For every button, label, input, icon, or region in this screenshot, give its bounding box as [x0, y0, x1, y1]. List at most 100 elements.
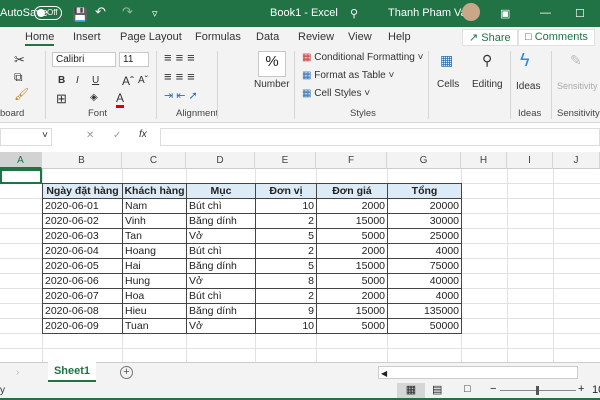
- cell-total[interactable]: 4000: [387, 288, 462, 304]
- cell-unit-price[interactable]: 5000: [316, 228, 388, 244]
- cell-customer[interactable]: Hoang: [122, 243, 187, 259]
- ideas-button[interactable]: Ideas: [516, 81, 540, 92]
- cell-item[interactable]: Vở: [186, 273, 256, 289]
- align-horizontal-icons[interactable]: ≡≡≡: [164, 69, 199, 84]
- cut-icon[interactable]: ✂: [14, 52, 25, 68]
- font-color-icon[interactable]: A: [116, 91, 125, 108]
- cell-date[interactable]: 2020-06-07: [42, 288, 123, 304]
- cell-unit-price[interactable]: 5000: [316, 273, 388, 289]
- cell-total[interactable]: 20000: [387, 198, 462, 214]
- cell-styles-button[interactable]: ▦ Cell Styles ˅: [302, 88, 370, 99]
- cell-date[interactable]: 2020-06-02: [42, 213, 123, 229]
- conditional-formatting-button[interactable]: ▦ Conditional Formatting ˅: [302, 52, 423, 63]
- zoom-out-icon[interactable]: −: [490, 383, 496, 395]
- cell-item[interactable]: Băng dính: [186, 303, 256, 319]
- cell-total[interactable]: 50000: [387, 318, 462, 334]
- cell-customer[interactable]: Hai: [122, 258, 187, 274]
- tab-home[interactable]: Home: [25, 31, 55, 46]
- minimize-icon[interactable]: —: [540, 7, 551, 19]
- italic-button[interactable]: I: [76, 75, 79, 86]
- save-icon[interactable]: 💾: [72, 7, 88, 23]
- editing-button[interactable]: Editing: [472, 79, 503, 90]
- header-total[interactable]: Tổng: [387, 183, 462, 199]
- cell-unit-price[interactable]: 15000: [316, 258, 388, 274]
- customize-icon[interactable]: ▿: [152, 7, 158, 20]
- cell-total[interactable]: 40000: [387, 273, 462, 289]
- copy-icon[interactable]: ⧉: [14, 70, 23, 85]
- cell-customer[interactable]: Vinh: [122, 213, 187, 229]
- cell-date[interactable]: 2020-06-08: [42, 303, 123, 319]
- insert-function-icon[interactable]: fx: [139, 129, 147, 140]
- cell-date[interactable]: 2020-06-01: [42, 198, 123, 214]
- selected-cell-a1[interactable]: [0, 169, 42, 184]
- cell-unit-price[interactable]: 15000: [316, 303, 388, 319]
- header-date[interactable]: Ngày đặt hàng: [42, 183, 123, 199]
- cell-total[interactable]: 25000: [387, 228, 462, 244]
- format-as-table-button[interactable]: ▦ Format as Table ˅: [302, 70, 394, 81]
- cell-units[interactable]: 5: [255, 228, 317, 244]
- scroll-sheets-icon[interactable]: ›: [16, 367, 19, 378]
- undo-icon[interactable]: ↶: [95, 4, 106, 20]
- ribbon-display-icon[interactable]: ▣: [500, 7, 510, 20]
- column-header-b[interactable]: B: [42, 152, 122, 169]
- column-header-i[interactable]: I: [507, 152, 553, 169]
- search-icon[interactable]: ⚲: [350, 7, 358, 20]
- cell-date[interactable]: 2020-06-06: [42, 273, 123, 289]
- cell-unit-price[interactable]: 2000: [316, 198, 388, 214]
- cell-total[interactable]: 135000: [387, 303, 462, 319]
- cell-customer[interactable]: Hung: [122, 273, 187, 289]
- sheet-tab-sheet1[interactable]: Sheet1: [48, 362, 96, 382]
- cell-total[interactable]: 75000: [387, 258, 462, 274]
- cell-total[interactable]: 4000: [387, 243, 462, 259]
- page-layout-view-icon[interactable]: ▤: [432, 383, 442, 396]
- cell-item[interactable]: Vở: [186, 228, 256, 244]
- normal-view-icon[interactable]: ▦: [397, 383, 425, 398]
- shrink-font-button[interactable]: Aˇ: [138, 75, 148, 86]
- column-header-f[interactable]: F: [316, 152, 387, 169]
- header-customer[interactable]: Khách hàng: [122, 183, 187, 199]
- column-header-j[interactable]: J: [553, 152, 600, 169]
- column-header-h[interactable]: H: [461, 152, 507, 169]
- cell-date[interactable]: 2020-06-05: [42, 258, 123, 274]
- name-box[interactable]: ˅: [0, 128, 52, 146]
- indent-icons[interactable]: ⇥ ⇤ ➚: [164, 89, 198, 102]
- cell-customer[interactable]: Tuan: [122, 318, 187, 334]
- cell-item[interactable]: Bút chì: [186, 198, 256, 214]
- number-format-icon[interactable]: %: [258, 51, 286, 77]
- cell-date[interactable]: 2020-06-03: [42, 228, 123, 244]
- font-size-select[interactable]: 11: [119, 52, 149, 67]
- underline-button[interactable]: U: [92, 75, 99, 86]
- ideas-lightning-icon[interactable]: ϟ: [520, 50, 530, 71]
- cell-item[interactable]: Bút chì: [186, 243, 256, 259]
- cell-total[interactable]: 30000: [387, 213, 462, 229]
- horizontal-scrollbar[interactable]: ◀: [378, 366, 578, 379]
- cell-grid[interactable]: Ngày đặt hàng Khách hàng Mục Đơn vị Đơn …: [0, 169, 600, 362]
- column-header-d[interactable]: D: [186, 152, 255, 169]
- cell-customer[interactable]: Nam: [122, 198, 187, 214]
- format-painter-icon[interactable]: 🖌: [14, 87, 29, 101]
- cell-item[interactable]: Băng dính: [186, 213, 256, 229]
- header-units[interactable]: Đơn vị: [255, 183, 317, 199]
- add-sheet-button[interactable]: +: [120, 366, 133, 379]
- cell-customer[interactable]: Tan: [122, 228, 187, 244]
- cell-item[interactable]: Băng dính: [186, 258, 256, 274]
- column-header-g[interactable]: G: [387, 152, 461, 169]
- tab-insert[interactable]: Insert: [73, 31, 101, 43]
- cell-unit-price[interactable]: 15000: [316, 213, 388, 229]
- share-button[interactable]: ↗ Share: [462, 29, 518, 46]
- cells-icon[interactable]: ▦: [440, 52, 453, 69]
- cell-units[interactable]: 2: [255, 288, 317, 304]
- page-break-view-icon[interactable]: □: [464, 383, 471, 395]
- zoom-level[interactable]: 10: [592, 384, 600, 396]
- cell-item[interactable]: Vở: [186, 318, 256, 334]
- fill-color-icon[interactable]: ◈: [90, 92, 98, 103]
- column-header-a[interactable]: A: [0, 152, 42, 169]
- cell-unit-price[interactable]: 5000: [316, 318, 388, 334]
- cell-units[interactable]: 9: [255, 303, 317, 319]
- cells-button[interactable]: Cells: [437, 79, 459, 90]
- zoom-slider[interactable]: [500, 386, 576, 395]
- tab-data[interactable]: Data: [256, 31, 279, 43]
- maximize-icon[interactable]: ☐: [575, 7, 585, 20]
- cell-units[interactable]: 2: [255, 213, 317, 229]
- borders-icon[interactable]: ⊞: [56, 91, 67, 107]
